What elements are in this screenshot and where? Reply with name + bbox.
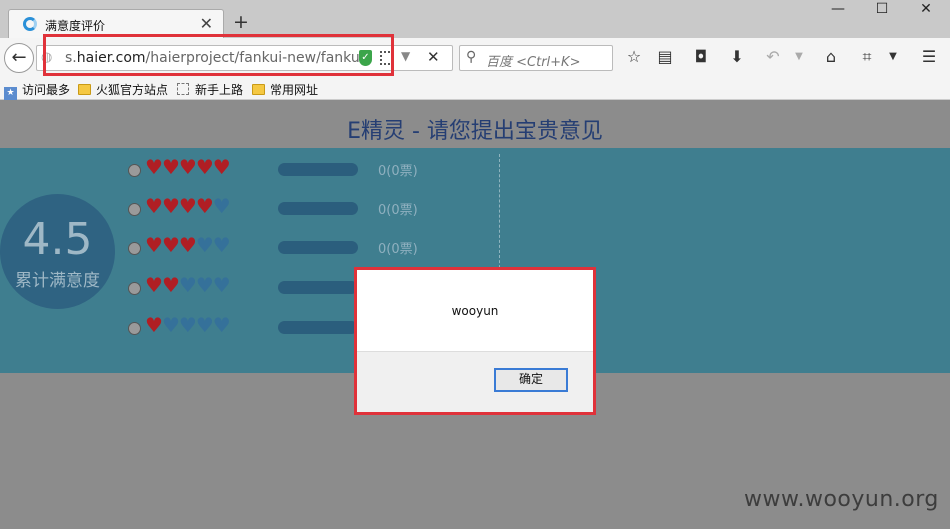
vote-bar — [278, 202, 358, 215]
download-icon[interactable]: ⬇ — [726, 47, 748, 66]
page-title: E精灵 - 请您提出宝贵意见 — [347, 119, 603, 144]
search-input[interactable]: ⚲ 百度 <Ctrl+K> — [459, 45, 613, 71]
tab-title: 满意度评价 — [45, 19, 106, 33]
folder-icon — [252, 84, 265, 95]
alert-dialog: wooyun 确定 — [357, 270, 593, 412]
score-label: 累计满意度 — [15, 271, 100, 291]
rating-radio[interactable] — [128, 203, 141, 216]
vote-count: 0(0票) — [378, 242, 418, 257]
watermark: www.wooyun.org — [744, 487, 939, 512]
rating-radio[interactable] — [128, 282, 141, 295]
heart-filled-icon: ♥ — [161, 273, 180, 297]
vote-bar — [278, 321, 358, 334]
heart-empty-icon: ♥ — [212, 233, 231, 257]
heart-filled-icon: ♥ — [145, 155, 163, 179]
home-icon[interactable]: ⌂ — [820, 47, 842, 66]
heart-filled-icon: ♥ — [178, 233, 197, 257]
vote-bar — [278, 163, 358, 176]
rating-row: ♥♥♥♥♥ 0(0票) — [128, 233, 458, 259]
star-icon[interactable]: ☆ — [623, 47, 645, 66]
search-icon: ⚲ — [466, 49, 477, 65]
vote-count: 0(0票) — [378, 164, 418, 179]
heart-empty-icon: ♥ — [178, 273, 197, 297]
rating-row: ♥♥♥♥♥ 0(0票) — [128, 194, 458, 220]
heart-filled-icon: ♥ — [212, 155, 231, 179]
bookmark-getting-started[interactable]: 新手上路 — [177, 81, 243, 98]
heart-filled-icon: ♥ — [195, 155, 214, 179]
heart-empty-icon: ♥ — [178, 313, 197, 337]
heart-filled-icon: ♥ — [161, 233, 180, 257]
bookmark-firefox-site[interactable]: 火狐官方站点 — [78, 81, 168, 98]
rating-radio[interactable] — [128, 164, 141, 177]
search-placeholder: 百度 <Ctrl+K> — [486, 55, 581, 70]
heart-filled-icon: ♥ — [145, 194, 163, 218]
reading-list-icon[interactable]: ▤ — [654, 47, 676, 66]
score-circle: 4.5 累计满意度 — [0, 194, 115, 309]
bookmark-most-visited[interactable]: ★ 访问最多 — [4, 81, 70, 100]
heart-rating-icons: ♥♥♥♥♥ — [145, 273, 231, 297]
heart-filled-icon: ♥ — [145, 313, 163, 337]
page-icon — [177, 83, 189, 95]
vote-bar — [278, 241, 358, 254]
menu-icon[interactable]: ☰ — [918, 47, 940, 66]
close-window-button[interactable]: ✕ — [906, 0, 946, 20]
heart-filled-icon: ♥ — [145, 273, 163, 297]
heart-filled-icon: ♥ — [178, 194, 197, 218]
heart-empty-icon: ♥ — [195, 273, 214, 297]
vote-bar — [278, 281, 358, 294]
ok-button[interactable]: 确定 — [494, 368, 568, 392]
crop-icon[interactable]: ⌗ — [856, 47, 878, 67]
vote-count: 0(0票) — [378, 203, 418, 218]
score-value: 4.5 — [22, 214, 93, 265]
crop-dropdown-icon[interactable]: ▼ — [882, 51, 904, 62]
dropdown-icon[interactable]: ▼ — [401, 49, 410, 63]
bookmark-star-icon: ★ — [4, 87, 17, 100]
dialog-message: wooyun — [451, 304, 499, 318]
heart-empty-icon: ♥ — [195, 313, 214, 337]
close-tab-icon[interactable]: ✕ — [200, 14, 213, 33]
rating-radio[interactable] — [128, 322, 141, 335]
bookmarks-bar: ★ 访问最多 火狐官方站点 新手上路 常用网址 — [0, 78, 950, 100]
back-arrow-icon[interactable]: ← — [4, 43, 34, 73]
stop-icon[interactable]: ✕ — [427, 48, 440, 66]
heart-filled-icon: ♥ — [145, 233, 163, 257]
dialog-body: wooyun — [357, 270, 593, 352]
folder-icon — [78, 84, 91, 95]
heart-filled-icon: ♥ — [161, 155, 180, 179]
heart-empty-icon: ♥ — [161, 313, 180, 337]
heart-rating-icons: ♥♥♥♥♥ — [145, 155, 231, 179]
heart-filled-icon: ♥ — [178, 155, 197, 179]
url-highlight-box — [43, 34, 394, 76]
new-tab-icon[interactable]: + — [233, 11, 249, 33]
loading-icon — [23, 17, 37, 31]
bookmark-common-sites[interactable]: 常用网址 — [252, 81, 318, 98]
heart-empty-icon: ♥ — [212, 313, 231, 337]
pocket-icon[interactable]: ◘ — [690, 47, 712, 66]
tab-strip: 满意度评价 ✕ + — ☐ ✕ — [0, 0, 950, 38]
heart-filled-icon: ♥ — [161, 194, 180, 218]
heart-empty-icon: ♥ — [212, 194, 231, 218]
heart-empty-icon: ♥ — [212, 273, 231, 297]
heart-rating-icons: ♥♥♥♥♥ — [145, 233, 231, 257]
undo-icon[interactable]: ↶ — [762, 47, 784, 66]
heart-filled-icon: ♥ — [195, 194, 214, 218]
maximize-button[interactable]: ☐ — [862, 0, 902, 20]
heart-rating-icons: ♥♥♥♥♥ — [145, 194, 231, 218]
heart-empty-icon: ♥ — [195, 233, 214, 257]
heart-rating-icons: ♥♥♥♥♥ — [145, 313, 231, 337]
minimize-button[interactable]: — — [818, 0, 858, 20]
rating-radio[interactable] — [128, 242, 141, 255]
undo-dropdown-icon[interactable]: ▼ — [788, 51, 810, 62]
rating-row: ♥♥♥♥♥ 0(0票) — [128, 155, 458, 181]
